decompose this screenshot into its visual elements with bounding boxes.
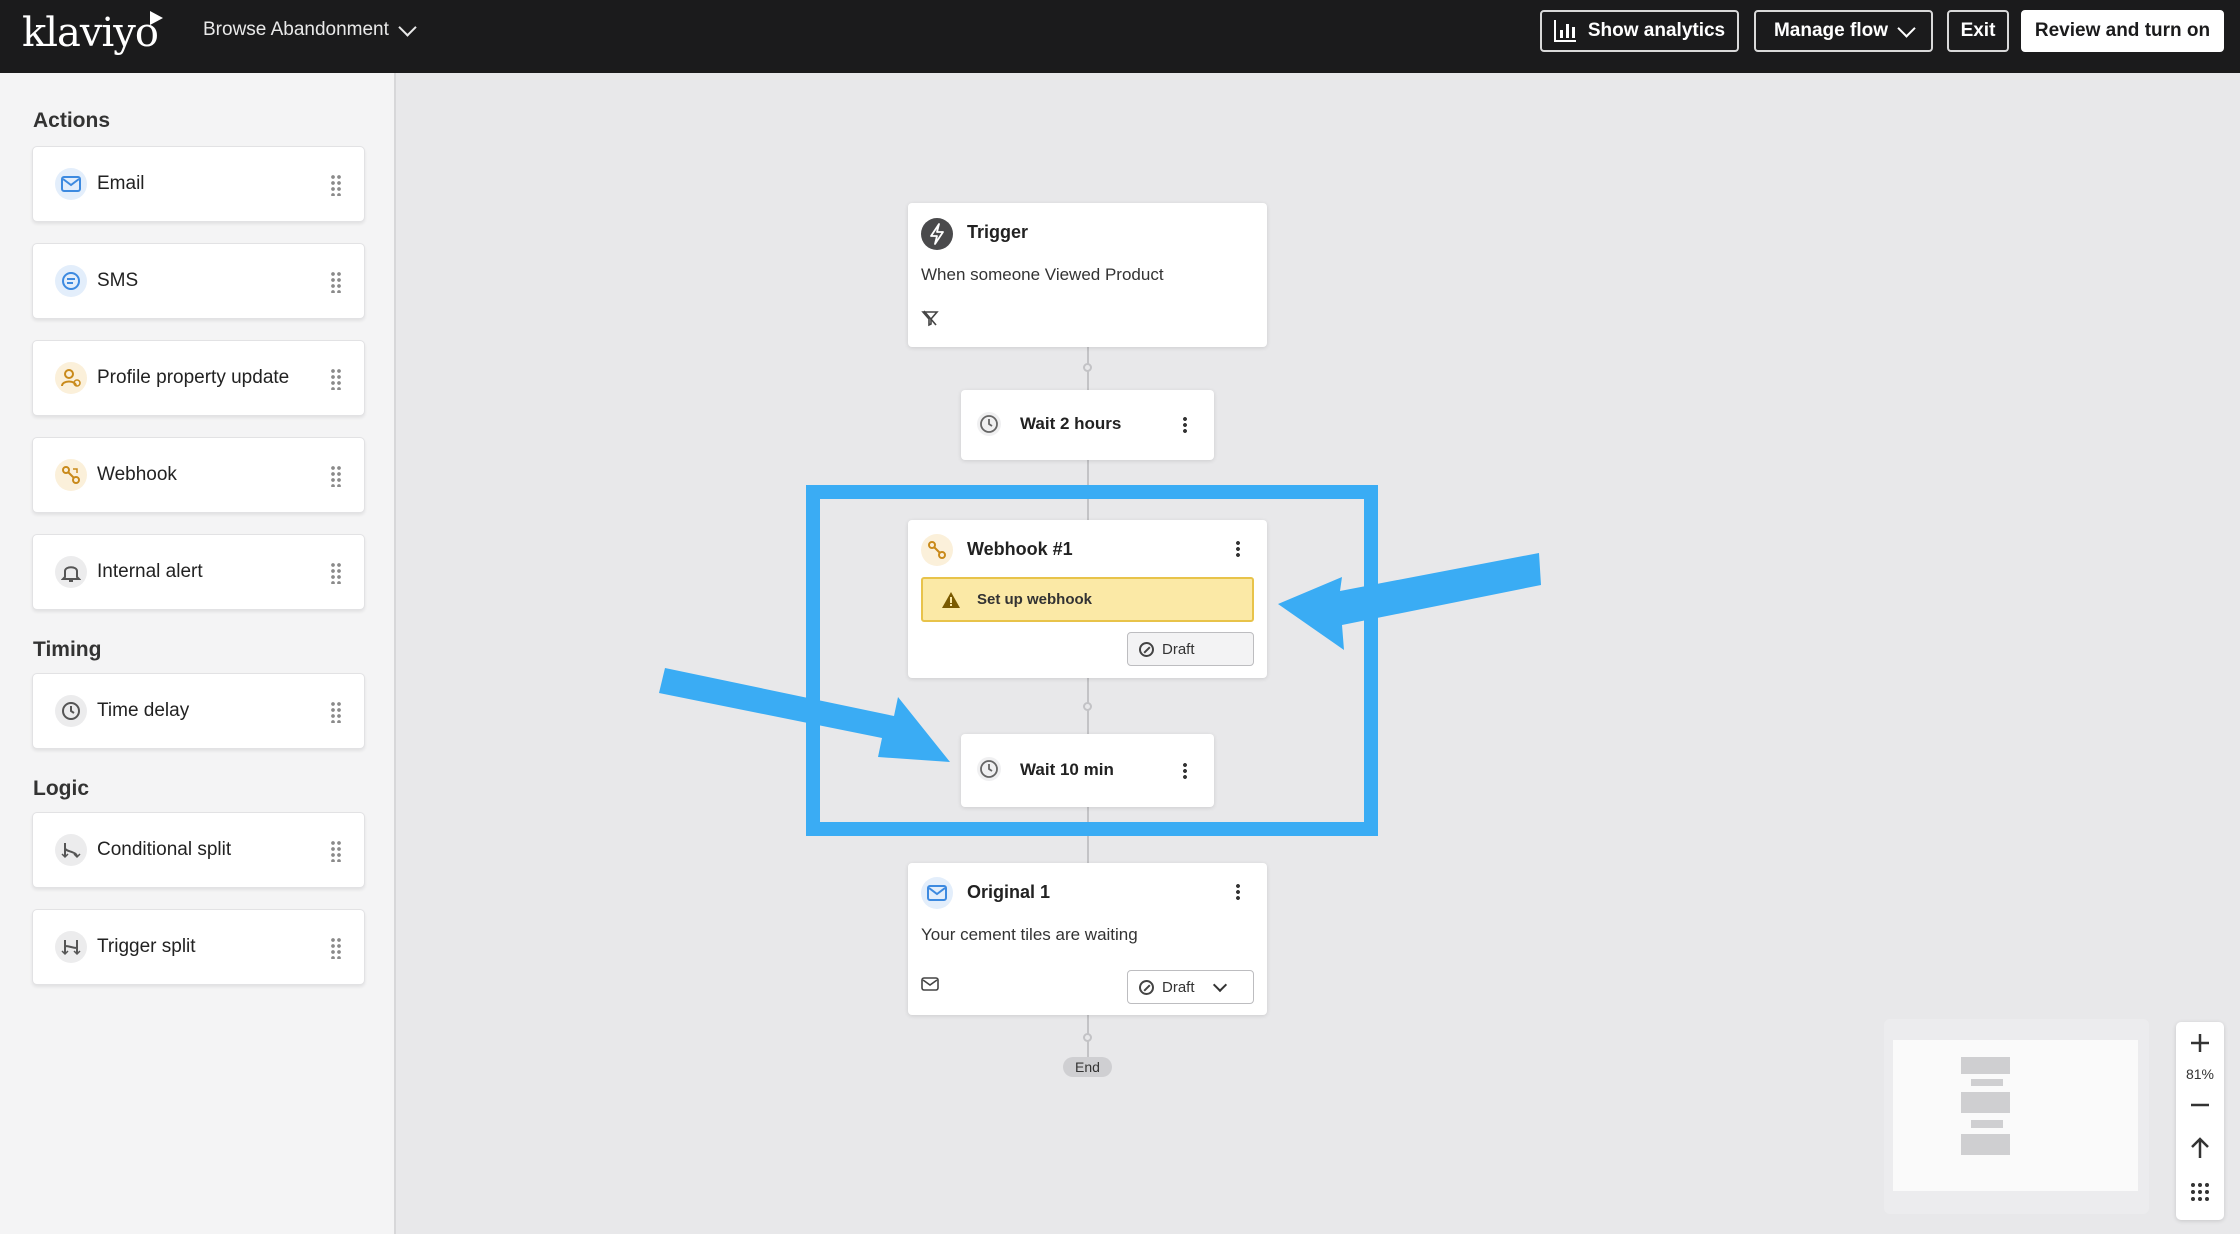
right-arrow-icon [1278,553,1541,650]
minimap-viewport [1893,1040,2138,1191]
minimap-node [1961,1092,2010,1113]
minimap-node [1961,1057,2010,1074]
grid-view-button[interactable] [2176,1177,2224,1207]
minimap[interactable] [1884,1019,2149,1214]
minimap-node [1971,1079,2003,1086]
minimap-node [1971,1120,2003,1128]
zoom-in-button[interactable] [2176,1028,2224,1058]
scroll-to-top-button[interactable] [2176,1133,2224,1163]
minus-icon [2191,1103,2209,1107]
plus-icon [2191,1034,2209,1052]
zoom-level: 81% [2185,1066,2215,1082]
arrow-up-icon [2191,1137,2209,1158]
zoom-out-button[interactable] [2176,1090,2224,1120]
grid-dots-icon [2191,1183,2209,1201]
left-arrow-icon [659,668,950,762]
minimap-node [1961,1134,2010,1155]
zoom-controls: 81% [2176,1022,2224,1220]
